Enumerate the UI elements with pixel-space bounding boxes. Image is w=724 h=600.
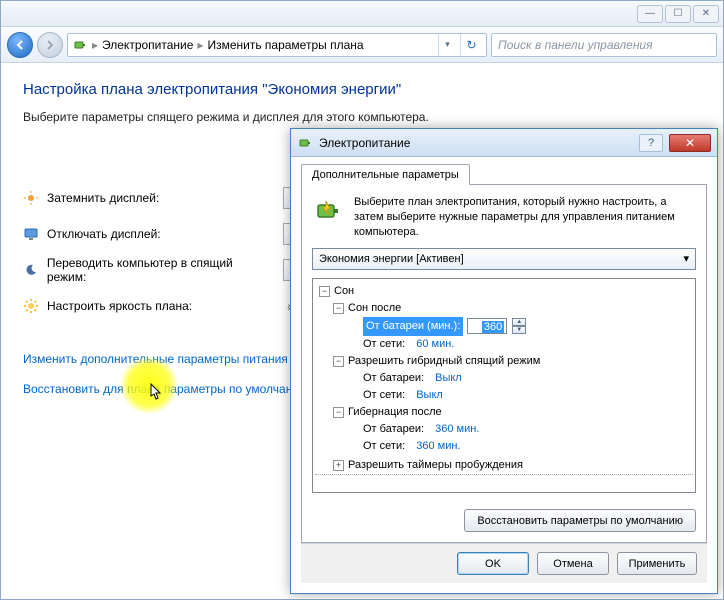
spin-down-icon[interactable]: ▼ (512, 326, 526, 334)
tree-plugged-label: От сети: (363, 336, 405, 353)
dialog-titlebar: Электропитание ? ✕ (291, 129, 717, 157)
dialog-title: Электропитание (319, 136, 410, 150)
tree-battery-label[interactable]: От батареи (мин.): (363, 317, 463, 336)
sleep-icon (23, 262, 39, 278)
tree-hib-plugged-value[interactable]: 360 мин. (416, 438, 460, 455)
cancel-button[interactable]: Отмена (537, 552, 609, 575)
chevron-down-icon: ▾ (683, 252, 689, 265)
tree-hybrid-plugged-label: От сети: (363, 387, 405, 404)
tree-hybrid-plugged-value[interactable]: Выкл (416, 387, 443, 404)
spin-up-icon[interactable]: ▲ (512, 318, 526, 326)
breadcrumb-item[interactable]: Электропитание (102, 38, 193, 52)
tree-hib-plugged-label: От сети: (363, 438, 405, 455)
address-dropdown-button[interactable]: ▾ (438, 34, 456, 56)
power-plan-icon (312, 195, 344, 227)
expand-toggle[interactable]: − (333, 356, 344, 367)
page-subtitle: Выберите параметры спящего режима и дисп… (23, 110, 701, 124)
breadcrumb-item[interactable]: Изменить параметры плана (207, 38, 363, 52)
search-placeholder: Поиск в панели управления (498, 38, 653, 52)
tab-advanced[interactable]: Дополнительные параметры (301, 164, 470, 185)
setting-label: Отключать дисплей: (47, 227, 161, 241)
battery-icon (297, 135, 313, 151)
dialog-close-button[interactable]: ✕ (669, 134, 711, 152)
apply-button[interactable]: Применить (617, 552, 697, 575)
maximize-button[interactable]: ☐ (665, 5, 691, 23)
refresh-button[interactable]: ↻ (460, 34, 482, 56)
tree-hib-battery-value[interactable]: 360 мин. (435, 421, 479, 438)
arrow-right-icon (44, 39, 56, 51)
help-button[interactable]: ? (639, 134, 663, 152)
dialog-intro-text: Выберите план электропитания, который ну… (354, 195, 696, 240)
page-title: Настройка плана электропитания "Экономия… (23, 81, 701, 98)
search-input[interactable]: Поиск в панели управления (491, 33, 717, 57)
spinner-buttons[interactable]: ▲▼ (512, 318, 526, 334)
tree-sleep: Сон (334, 283, 354, 300)
close-button[interactable]: ✕ (693, 5, 719, 23)
navigation-bar: ▸ Электропитание ▸ Изменить параметры пл… (1, 27, 723, 63)
tree-hybrid-battery-value[interactable]: Выкл (435, 370, 462, 387)
tree-hibernate: Гибернация после (348, 404, 442, 421)
tree-hib-battery-label: От батареи: (363, 421, 424, 438)
expand-toggle[interactable]: + (333, 460, 344, 471)
restore-defaults-button[interactable]: Восстановить параметры по умолчанию (464, 509, 696, 532)
tree-wake: Разрешить таймеры пробуждения (348, 457, 523, 474)
breadcrumb-separator-icon: ▸ (92, 38, 98, 52)
breadcrumb-separator-icon: ▸ (197, 38, 203, 52)
tree-hybrid: Разрешить гибридный спящий режим (348, 353, 540, 370)
power-plan-selected: Экономия энергии [Активен] (319, 253, 464, 265)
forward-button[interactable] (37, 32, 63, 58)
settings-tree[interactable]: −Сон −Сон после От батареи (мин.): 360 ▲… (312, 278, 696, 493)
tab-strip: Дополнительные параметры (301, 163, 707, 184)
power-options-dialog: Электропитание ? ✕ Дополнительные параме… (290, 128, 718, 594)
dialog-button-row: OK Отмена Применить (301, 543, 707, 583)
address-bar[interactable]: ▸ Электропитание ▸ Изменить параметры пл… (67, 33, 487, 57)
setting-label: Затемнить дисплей: (47, 191, 159, 205)
expand-toggle[interactable]: − (333, 407, 344, 418)
expand-toggle[interactable]: − (333, 303, 344, 314)
power-plan-dropdown[interactable]: Экономия энергии [Активен] ▾ (312, 248, 696, 270)
ok-button[interactable]: OK (457, 552, 529, 575)
back-button[interactable] (7, 32, 33, 58)
tree-sleep-after: Сон после (348, 300, 401, 317)
arrow-left-icon (14, 39, 26, 51)
tree-plugged-value[interactable]: 60 мин. (416, 336, 454, 353)
sleep-battery-value-input[interactable]: 360 (467, 318, 507, 334)
tab-pane: Выберите план электропитания, который ну… (301, 184, 707, 543)
battery-icon (72, 37, 88, 53)
setting-label: Переводить компьютер в спящий режим: (47, 256, 273, 284)
parent-titlebar: — ☐ ✕ (1, 1, 723, 27)
setting-label: Настроить яркость плана: (47, 299, 192, 313)
dim-display-icon (23, 190, 39, 206)
dialog-intro: Выберите план электропитания, который ну… (312, 195, 696, 240)
tree-hybrid-battery-label: От батареи: (363, 370, 424, 387)
brightness-icon (23, 298, 39, 314)
minimize-button[interactable]: — (637, 5, 663, 23)
expand-toggle[interactable]: − (319, 286, 330, 297)
display-off-icon (23, 226, 39, 242)
dialog-body: Дополнительные параметры Выберите план э… (291, 157, 717, 593)
